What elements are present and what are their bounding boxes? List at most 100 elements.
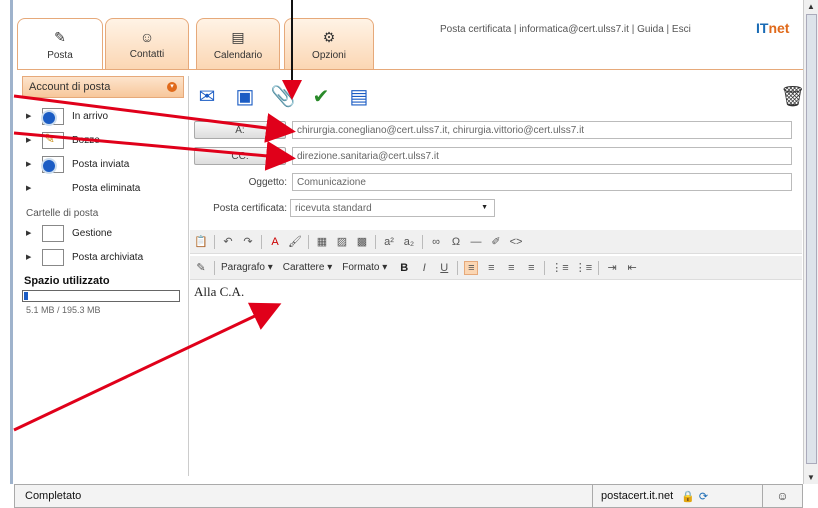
folder-icon xyxy=(42,248,64,266)
message-body-text: Alla C.A. xyxy=(194,284,245,299)
space-used-value: 5.1 MB / 195.3 MB xyxy=(26,305,101,315)
table-icon[interactable]: ▦ xyxy=(315,235,329,248)
superscript-icon[interactable]: a² xyxy=(382,236,396,248)
browser-window: ✎ Posta ☺ Contatti ▤ Calendario ⚙ Opzion… xyxy=(0,0,818,508)
account-header[interactable]: Account di posta ▾ xyxy=(22,76,184,98)
smiley-icon[interactable]: ☺ xyxy=(762,485,802,507)
edit-icon[interactable]: ✎ xyxy=(194,261,208,274)
expand-icon[interactable]: ▶ xyxy=(26,112,31,120)
font-color-icon[interactable]: A xyxy=(268,236,282,248)
folder-icon xyxy=(42,224,64,242)
hr-icon[interactable]: — xyxy=(469,236,483,248)
vertical-scrollbar[interactable]: ▲ ▼ xyxy=(803,0,818,484)
expand-icon[interactable]: ▶ xyxy=(26,160,31,168)
eraser-icon[interactable]: ✐ xyxy=(489,235,503,248)
align-left-icon[interactable]: ≡ xyxy=(464,260,479,275)
pec-select[interactable]: ricevuta standard ▼ xyxy=(290,199,495,217)
indent-icon[interactable]: ⇥ xyxy=(605,261,619,274)
message-body-editor[interactable]: Alla C.A. xyxy=(190,280,802,476)
sidebar: Account di posta ▾ ▶ In arrivo ▶ Bozze ▶… xyxy=(22,76,184,476)
paste-icon[interactable]: 📋 xyxy=(194,235,208,248)
pen-icon: ✎ xyxy=(54,29,66,45)
image-icon[interactable]: ▨ xyxy=(335,235,349,248)
scroll-up-icon[interactable]: ▲ xyxy=(807,2,815,11)
expand-icon[interactable]: ▶ xyxy=(26,229,31,237)
expand-icon[interactable]: ▶ xyxy=(26,253,31,261)
cc-row: CC: direzione.sanitaria@cert.ulss7.it xyxy=(194,146,792,166)
cc-button[interactable]: CC: xyxy=(194,147,286,165)
editor-toolbar-2: ✎ Paragrafo ▾ Carattere ▾ Formato ▾ B I … xyxy=(190,256,802,280)
align-center-icon[interactable]: ≡ xyxy=(484,262,498,274)
tab-posta[interactable]: ✎ Posta xyxy=(17,18,103,70)
subject-label: Oggetto: xyxy=(248,176,287,188)
scroll-thumb[interactable] xyxy=(806,14,817,464)
numbered-list-icon[interactable]: ⋮≡ xyxy=(551,261,568,274)
expand-icon[interactable]: ▶ xyxy=(26,184,31,192)
itnet-logo: ITnet xyxy=(756,20,790,36)
save-icon[interactable]: ▣ xyxy=(230,82,260,110)
space-progress-bar xyxy=(22,290,180,302)
to-field[interactable]: chirurgia.conegliano@cert.ulss7.it, chir… xyxy=(292,121,792,139)
mail-folders-label: Cartelle di posta xyxy=(26,208,99,219)
media-icon[interactable]: ▩ xyxy=(355,235,369,248)
italic-button[interactable]: I xyxy=(417,262,431,274)
editor-toolbar-1: 📋 ↶ ↷ A 🖌 ▦ ▨ ▩ a² a₂ ∞ Ω — ✐ <> xyxy=(190,230,802,254)
lock-icon: 🔒 xyxy=(681,490,695,503)
calendar-icon: ▤ xyxy=(231,29,245,45)
send-icon[interactable]: ✉ xyxy=(192,82,222,110)
expand-icon[interactable]: ▶ xyxy=(26,136,31,144)
tab-opzioni[interactable]: ⚙ Opzioni xyxy=(284,18,374,70)
bold-button[interactable]: B xyxy=(397,262,411,274)
highlight-icon[interactable]: 🖌 xyxy=(288,235,302,248)
delete-icon[interactable]: 🗑 xyxy=(780,84,805,109)
outdent-icon[interactable]: ⇤ xyxy=(625,261,639,274)
sidebar-item-inbox[interactable]: ▶ In arrivo xyxy=(22,104,184,128)
pec-row: Posta certificata: ricevuta standard ▼ xyxy=(194,198,495,218)
justify-icon[interactable]: ≡ xyxy=(524,262,538,274)
contacts-icon: ☺ xyxy=(139,29,155,45)
bullet-list-icon[interactable]: ⋮≡ xyxy=(575,261,592,274)
network-icon: ⟳ xyxy=(698,490,709,503)
pec-label: Posta certificata: xyxy=(213,202,287,214)
tab-calendario[interactable]: ▤ Calendario xyxy=(196,18,280,70)
subject-field[interactable]: Comunicazione xyxy=(292,173,792,191)
redo-icon[interactable]: ↷ xyxy=(241,235,255,248)
spellcheck-icon[interactable]: ✔ xyxy=(306,82,336,110)
drafts-icon xyxy=(42,131,64,149)
sidebar-item-drafts[interactable]: ▶ Bozze xyxy=(22,128,184,152)
paragraph-select[interactable]: Paragrafo ▾ xyxy=(221,262,277,273)
sidebar-item-gestione[interactable]: ▶ Gestione xyxy=(22,221,184,245)
header-links[interactable]: Posta certificata | informatica@cert.uls… xyxy=(440,24,691,35)
status-text: Completato xyxy=(25,490,82,502)
subscript-icon[interactable]: a₂ xyxy=(402,236,416,248)
subject-row: Oggetto: Comunicazione xyxy=(194,172,792,192)
format-select[interactable]: Formato ▾ xyxy=(342,262,391,273)
underline-button[interactable]: U xyxy=(437,262,451,274)
status-host: postacert.it.net 🔒 ⟳ xyxy=(592,485,762,507)
collapse-icon[interactable]: ▾ xyxy=(167,82,177,92)
status-bar: Completato postacert.it.net 🔒 ⟳ ☺ xyxy=(14,484,803,508)
cc-field[interactable]: direzione.sanitaria@cert.ulss7.it xyxy=(292,147,792,165)
chevron-down-icon: ▼ xyxy=(481,204,488,211)
space-progress-fill xyxy=(24,292,28,300)
font-select[interactable]: Carattere ▾ xyxy=(283,262,337,273)
undo-icon[interactable]: ↶ xyxy=(221,235,235,248)
to-button[interactable]: A: xyxy=(194,121,286,139)
link-icon[interactable]: ∞ xyxy=(429,236,443,248)
options-icon: ⚙ xyxy=(322,29,336,45)
sidebar-item-archiviata[interactable]: ▶ Posta archiviata xyxy=(22,245,184,269)
to-row: A: chirurgia.conegliano@cert.ulss7.it, c… xyxy=(194,120,792,140)
omega-icon[interactable]: Ω xyxy=(449,236,463,248)
tab-contatti[interactable]: ☺ Contatti xyxy=(105,18,189,70)
inbox-icon xyxy=(41,107,64,126)
scroll-down-icon[interactable]: ▼ xyxy=(807,473,815,482)
compose-toolbar: ✉ ▣ 📎 ✔ ▤ xyxy=(192,80,374,112)
sent-icon xyxy=(41,155,64,174)
sidebar-item-trash[interactable]: ▶ Posta eliminata xyxy=(22,176,184,200)
sidebar-item-sent[interactable]: ▶ Posta inviata xyxy=(22,152,184,176)
sidebar-divider xyxy=(188,76,189,476)
align-right-icon[interactable]: ≡ xyxy=(504,262,518,274)
source-icon[interactable]: <> xyxy=(509,236,523,248)
attachment-icon[interactable]: 📎 xyxy=(268,82,298,110)
options-form-icon[interactable]: ▤ xyxy=(344,82,374,110)
